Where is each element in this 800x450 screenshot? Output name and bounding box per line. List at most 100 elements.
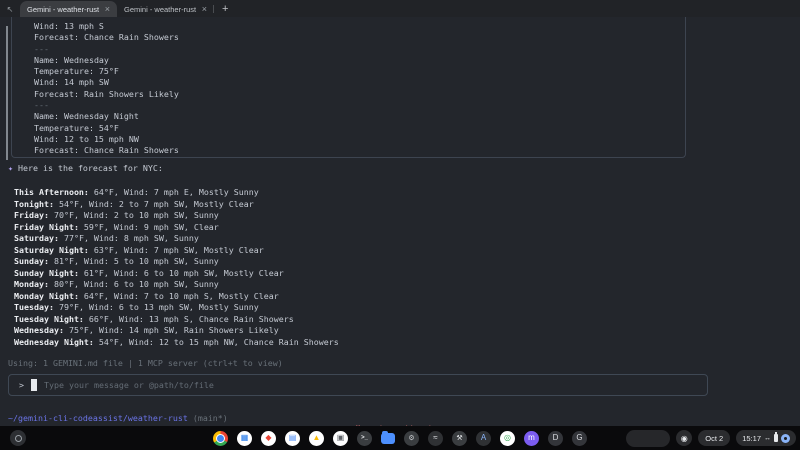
response-header: ✦ Here is the forecast for NYC: (8, 163, 163, 173)
notification-dot-icon (781, 434, 790, 443)
forecast-line: Sunday: 81°F, Wind: 5 to 10 mph SW, Sunn… (14, 256, 339, 268)
forecast-line: Monday: 80°F, Wind: 6 to 10 mph SW, Sunn… (14, 279, 339, 291)
status-line: ~/gemini-cli-codeassist/weather-rust (ma… (0, 403, 800, 415)
cast-button[interactable]: ◉ (676, 430, 692, 446)
gemini-star-icon: ✦ (8, 163, 13, 173)
forecast-day: Friday Night: (14, 222, 79, 232)
status-tray[interactable]: 15:17 ↔ (736, 430, 796, 446)
launcher-icon[interactable] (10, 430, 26, 446)
response-header-text: Here is the forecast for NYC: (18, 163, 163, 173)
system-tray: ◉ Oct 2 15:17 ↔ (626, 430, 796, 447)
forecast-day: Monday Night: (14, 291, 79, 301)
forecast-day: Friday: (14, 210, 49, 220)
app-g-icon[interactable]: G (572, 431, 587, 446)
forecast-line: Saturday: 77°F, Wind: 8 mph SW, Sunny (14, 233, 339, 245)
forecast-detail: 54°F, Wind: 2 to 7 mph SW, Mostly Clear (54, 199, 254, 209)
tool-output-line: Forecast: Chance Rain Showers (34, 145, 685, 156)
forecast-detail: 79°F, Wind: 6 to 13 mph SW, Mostly Sunny (54, 302, 259, 312)
tab-gemini-weather-rust-1[interactable]: Gemini - weather-rust × (20, 1, 117, 17)
tab-close-icon[interactable]: × (105, 4, 110, 14)
tab-gemini-weather-rust-2[interactable]: Gemini - weather-rust × (117, 1, 214, 17)
chat-icon[interactable]: ▣ (333, 431, 348, 446)
forecast-line: Tuesday: 79°F, Wind: 6 to 13 mph SW, Mos… (14, 302, 339, 314)
text-cursor (31, 379, 37, 391)
forecast-day: Tuesday: (14, 302, 54, 312)
battery-icon (774, 434, 778, 442)
tool-output-line: Wind: 13 mph S (34, 21, 685, 32)
forecast-line: This Afternoon: 64°F, Wind: 7 mph E, Mos… (14, 187, 339, 199)
forecast-line: Tuesday Night: 66°F, Wind: 13 mph S, Cha… (14, 314, 339, 326)
cwd-path: ~/gemini-cli-codeassist/weather-rust (ma… (8, 413, 228, 423)
files-icon[interactable] (381, 433, 395, 444)
date-label: Oct 2 (705, 434, 723, 443)
tool-output: Wind: 13 mph SForecast: Chance Rain Show… (34, 21, 685, 157)
assistant-a-icon[interactable]: A (476, 431, 491, 446)
input-switch-icon: ↔ (764, 435, 771, 442)
purple-m-icon[interactable]: m (524, 431, 539, 446)
docs-icon[interactable]: ▤ (285, 431, 300, 446)
tab-close-icon[interactable]: × (202, 4, 207, 14)
chromeos-screen: ↖ Gemini - weather-rust × Gemini - weath… (0, 0, 800, 450)
launcher-ring (15, 435, 22, 442)
forecast-detail: 70°F, Wind: 2 to 10 mph SW, Sunny (49, 210, 219, 220)
forecast-list: This Afternoon: 64°F, Wind: 7 mph E, Mos… (14, 187, 339, 348)
forecast-day: Saturday Night: (14, 245, 89, 255)
calendar-icon[interactable]: ▦ (237, 431, 252, 446)
drive-icon[interactable]: ▲ (309, 431, 324, 446)
new-tab-icon[interactable]: + (222, 3, 228, 15)
forecast-day: Wednesday: (14, 325, 64, 335)
forecast-day: Monday: (14, 279, 49, 289)
browser-tab-bar: ↖ Gemini - weather-rust × Gemini - weath… (0, 0, 800, 17)
message-input[interactable]: > Type your message or @path/to/file (8, 374, 708, 396)
scrollbar[interactable] (6, 26, 8, 160)
forecast-line: Friday Night: 59°F, Wind: 9 mph SW, Clea… (14, 222, 339, 234)
forecast-detail: 64°F, Wind: 7 mph E, Mostly Sunny (89, 187, 259, 197)
forecast-day: Saturday: (14, 233, 59, 243)
forecast-detail: 64°F, Wind: 7 to 10 mph S, Mostly Clear (79, 291, 279, 301)
forecast-line: Monday Night: 64°F, Wind: 7 to 10 mph S,… (14, 291, 339, 303)
forecast-detail: 59°F, Wind: 9 mph SW, Clear (79, 222, 219, 232)
forecast-line: Tonight: 54°F, Wind: 2 to 7 mph SW, Most… (14, 199, 339, 211)
forecast-line: Saturday Night: 63°F, Wind: 7 mph SW, Mo… (14, 245, 339, 257)
chromeos-shelf: ▦ ◆ ▤ ▲ ▣ >_ ⚙ ≈ ⚒ A ◎ mDG ◉ Oct 2 15:17 ↔ (0, 426, 800, 450)
green-app-icon[interactable]: ◎ (500, 431, 515, 446)
cwd-text: ~/gemini-cli-codeassist/weather-rust (8, 413, 188, 423)
shelf-apps: ▦ ◆ ▤ ▲ ▣ >_ ⚙ ≈ ⚒ A ◎ mDG (213, 431, 587, 446)
tool-output-line: Forecast: Chance Rain Showers (34, 32, 685, 43)
forecast-day: Tonight: (14, 199, 54, 209)
forecast-day: Sunday: (14, 256, 49, 266)
holding-space-pill[interactable] (626, 430, 670, 447)
date-pill[interactable]: Oct 2 (698, 430, 730, 446)
tool-output-line: Wind: 14 mph SW (34, 77, 685, 88)
tools-icon[interactable]: ⚒ (452, 431, 467, 446)
forecast-detail: 77°F, Wind: 8 mph SW, Sunny (59, 233, 199, 243)
forecast-day: This Afternoon: (14, 187, 89, 197)
tool-output-line: Name: Wednesday Night (34, 111, 685, 122)
tool-output-line: --- (34, 100, 685, 111)
maps-icon[interactable]: ◆ (261, 431, 276, 446)
tab-label: Gemini - weather-rust (27, 5, 101, 14)
forecast-line: Sunday Night: 61°F, Wind: 6 to 10 mph SW… (14, 268, 339, 280)
tool-output-line: Name: Wednesday (34, 55, 685, 66)
tool-output-line: Forecast: Rain Showers Likely (34, 89, 685, 100)
tool-output-box: Wind: 13 mph SForecast: Chance Rain Show… (11, 17, 686, 158)
forecast-day: Sunday Night: (14, 268, 79, 278)
app-d-icon[interactable]: D (548, 431, 563, 446)
tab-label: Gemini - weather-rust (124, 5, 198, 14)
forecast-day: Wednesday Night: (14, 337, 94, 347)
terminal-icon[interactable]: >_ (357, 431, 372, 446)
window-corner-icon[interactable]: ↖ (0, 1, 20, 17)
activity-icon[interactable]: ≈ (428, 431, 443, 446)
gemini-cli-terminal: Wind: 13 mph SForecast: Chance Rain Show… (0, 17, 800, 426)
chrome-icon[interactable] (213, 431, 228, 446)
tool-output-line: Temperature: 54°F (34, 123, 685, 134)
clock-label: 15:17 (742, 434, 761, 443)
cast-icon: ◉ (681, 434, 688, 443)
forecast-detail: 80°F, Wind: 6 to 10 mph SW, Sunny (49, 279, 219, 289)
forecast-day: Tuesday Night: (14, 314, 84, 324)
settings-icon[interactable]: ⚙ (404, 431, 419, 446)
forecast-line: Wednesday: 75°F, Wind: 14 mph SW, Rain S… (14, 325, 339, 337)
git-branch: (main*) (193, 413, 228, 423)
forecast-detail: 61°F, Wind: 6 to 10 mph SW, Mostly Clear (79, 268, 284, 278)
forecast-detail: 54°F, Wind: 12 to 15 mph NW, Chance Rain… (94, 337, 339, 347)
